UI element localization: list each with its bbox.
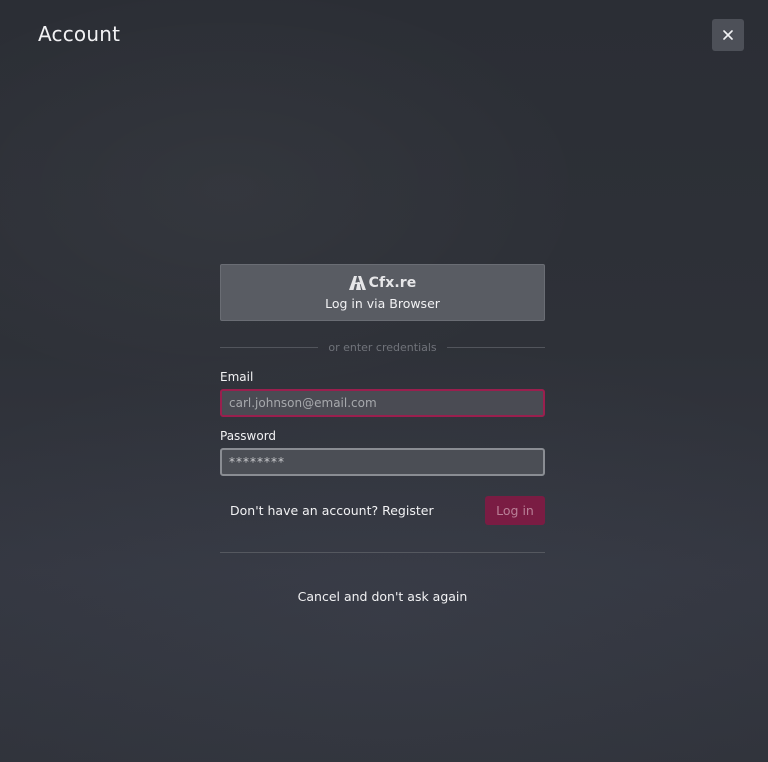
cancel-dont-ask-again-link[interactable]: Cancel and don't ask again bbox=[220, 589, 545, 604]
credentials-divider: or enter credentials bbox=[220, 340, 545, 354]
brand: Cfx.re bbox=[348, 274, 417, 292]
login-button[interactable]: Log in bbox=[485, 496, 545, 525]
login-panel: Cfx.re Log in via Browser or enter crede… bbox=[220, 264, 545, 604]
email-field[interactable] bbox=[220, 389, 545, 417]
login-via-browser-button[interactable]: Cfx.re Log in via Browser bbox=[220, 264, 545, 321]
brand-name: Cfx.re bbox=[368, 275, 417, 291]
divider-line-left bbox=[220, 346, 319, 348]
divider-text: or enter credentials bbox=[328, 340, 437, 354]
close-icon bbox=[723, 30, 733, 40]
email-label: Email bbox=[220, 370, 254, 384]
browser-button-label: Log in via Browser bbox=[325, 296, 440, 311]
divider-line-right bbox=[446, 346, 545, 348]
password-label: Password bbox=[220, 429, 277, 443]
bottom-divider bbox=[220, 552, 545, 553]
cfx-logo-icon bbox=[348, 276, 366, 290]
close-button[interactable] bbox=[712, 19, 744, 51]
register-link[interactable]: Don't have an account? Register bbox=[220, 503, 434, 518]
page-title: Account bbox=[38, 22, 121, 46]
action-row: Don't have an account? Register Log in bbox=[220, 496, 545, 525]
password-field[interactable] bbox=[220, 448, 545, 476]
